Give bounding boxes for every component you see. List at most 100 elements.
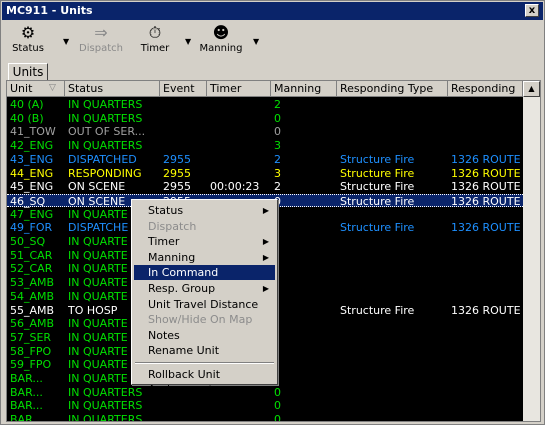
cell-unit: BAR... — [10, 372, 43, 385]
cell-responding: 1326 ROUTE — [451, 180, 521, 194]
submenu-arrow-icon: ▶ — [262, 206, 269, 215]
cell-unit: 43_ENG — [10, 152, 54, 166]
cell-unit: 46_SQ — [10, 194, 46, 208]
cell-responding-type: Structure Fire — [340, 221, 415, 235]
cell-unit: 40 (B) — [10, 111, 44, 125]
timer-dropdown-arrow-icon[interactable]: ▼ — [185, 37, 191, 46]
menu-item-status[interactable]: Status ▶ — [134, 203, 275, 218]
menu-item-label: Resp. Group — [148, 282, 216, 295]
cell-status: OUT OF SER... — [68, 125, 146, 139]
cell-unit: 49_FOR — [10, 221, 53, 235]
column-header-timer[interactable]: Timer — [207, 81, 271, 97]
cell-unit: 58_FPO — [10, 344, 52, 358]
table-row[interactable]: BAR... IN QUARTERS 0 — [7, 386, 523, 399]
cell-unit: BAR... — [10, 413, 43, 422]
column-header-unit-label: Unit — [10, 82, 33, 95]
tab-units[interactable]: Units — [8, 63, 48, 81]
vertical-scrollbar[interactable]: ▲ — [523, 81, 540, 421]
table-row[interactable]: 41_TOW OUT OF SER... 0 — [7, 125, 523, 138]
toolbar: ⚙ Status ▼ ⇒ Dispatch ⏱ Timer ▼ ☻ Mannin… — [3, 21, 542, 59]
cell-unit: 47_ENG — [10, 207, 54, 221]
cell-manning: 0 — [274, 111, 281, 125]
timer-toolbar-label: Timer — [140, 43, 170, 54]
cell-manning: 3 — [274, 166, 281, 180]
column-header-unit[interactable]: Unit ▽ — [7, 81, 65, 97]
table-row[interactable]: BAR... IN QUARTERS 0 — [7, 413, 523, 422]
cell-status: RESPONDING — [68, 166, 142, 180]
cell-responding: 1326 ROUTE — [451, 303, 521, 317]
menu-item-manning[interactable]: Manning ▶ — [134, 250, 275, 265]
column-header-responding-type[interactable]: Responding Type — [337, 81, 448, 97]
cell-responding: 1326 ROUTE — [451, 194, 521, 208]
menu-item-label: Rename Unit — [148, 344, 220, 358]
manning-icon: ☻ — [212, 23, 230, 42]
table-row[interactable]: 42_ENG IN QUARTERS 3 — [7, 139, 523, 152]
cell-status: IN QUARTERS — [68, 139, 143, 153]
sort-icon: ▽ — [49, 83, 56, 93]
manning-toolbar-label: Manning — [199, 43, 243, 54]
cell-unit: 42_ENG — [10, 139, 54, 153]
units-window: MC911 - Units x ⚙ Status ▼ ⇒ Dispatch ⏱ … — [0, 0, 545, 425]
menu-item-in-command[interactable]: In Command — [134, 265, 275, 281]
cell-unit: 57_SER — [10, 330, 52, 344]
column-header-responding[interactable]: Responding — [448, 81, 523, 97]
table-row[interactable]: 45_ENG ON SCENE 2955 00:00:23 2 Structure Fir… — [7, 180, 523, 193]
dispatch-toolbar-button[interactable]: ⇒ Dispatch — [75, 23, 127, 57]
cell-responding-type: Structure Fire — [340, 166, 415, 180]
menu-item-label: Show/Hide On Map — [148, 313, 253, 327]
title-bar[interactable]: MC911 - Units x — [2, 2, 543, 20]
close-button[interactable]: x — [525, 4, 539, 17]
status-toolbar-button[interactable]: ⚙ Status — [7, 23, 49, 57]
menu-item-label: In Command — [148, 266, 219, 280]
cell-responding-type: Structure Fire — [340, 194, 415, 208]
menu-item-dispatch[interactable]: Dispatch — [134, 219, 275, 234]
cell-responding-type: Structure Fire — [340, 180, 415, 194]
menu-item-timer[interactable]: Timer ▶ — [134, 234, 275, 249]
menu-item-resp-group[interactable]: Resp. Group ▶ — [134, 281, 275, 296]
table-row[interactable]: 44_ENG RESPONDING 2955 3 Structure Fire 1326 … — [7, 167, 523, 180]
cell-responding: 1326 ROUTE — [451, 166, 521, 180]
cell-status: IN QUARTERS — [68, 98, 143, 111]
cell-manning: 2 — [274, 152, 281, 166]
menu-item-label: Manning — [148, 250, 196, 264]
cell-unit: 51_CAR — [10, 248, 53, 262]
window-title: MC911 - Units — [6, 4, 93, 17]
cell-manning: 0 — [274, 195, 336, 208]
menu-item-label: Dispatch — [148, 219, 197, 233]
menu-item-unit-travel-distance[interactable]: Unit Travel Distance — [134, 297, 275, 312]
scroll-up-arrow-icon[interactable]: ▲ — [523, 81, 540, 97]
table-row[interactable]: BAR... IN QUARTERS 0 — [7, 399, 523, 412]
cell-event: 2955 — [163, 166, 191, 180]
table-row[interactable]: 40 (A) IN QUARTERS 2 — [7, 98, 523, 111]
menu-item-show-hide-on-map[interactable]: Show/Hide On Map — [134, 312, 275, 327]
cell-unit: 56_AMB — [10, 317, 55, 331]
cell-responding: 1326 ROUTE — [451, 152, 521, 166]
timer-toolbar-button[interactable]: ⏱ Timer — [137, 23, 173, 57]
cell-unit: 59_FPO — [10, 358, 52, 372]
cell-manning: 2 — [274, 98, 281, 111]
menu-item-label: Status — [148, 204, 184, 217]
cell-manning: 2 — [274, 180, 281, 194]
submenu-arrow-icon: ▶ — [262, 252, 269, 262]
menu-item-label: Notes — [148, 328, 180, 342]
submenu-arrow-icon: ▶ — [262, 284, 269, 293]
status-icon: ⚙ — [20, 23, 36, 42]
manning-dropdown-arrow-icon[interactable]: ▼ — [253, 37, 259, 46]
cell-manning: 0 — [274, 399, 281, 413]
cell-responding-type: Structure Fire — [340, 303, 415, 317]
column-header-event[interactable]: Event — [160, 81, 207, 97]
manning-toolbar-button[interactable]: ☻ Manning — [197, 23, 245, 57]
column-header-status[interactable]: Status — [65, 81, 160, 97]
table-row[interactable]: 40 (B) IN QUARTERS 0 — [7, 112, 523, 125]
cell-manning: 3 — [274, 139, 281, 153]
column-header-manning[interactable]: Manning — [271, 81, 337, 97]
menu-item-rollback-unit-assignment[interactable]: Rollback Unit Assignment — [134, 367, 275, 396]
submenu-arrow-icon: ▶ — [262, 237, 269, 247]
menu-item-rename-unit[interactable]: Rename Unit — [134, 343, 275, 358]
status-dropdown-arrow-icon[interactable]: ▼ — [63, 37, 69, 46]
stopwatch-icon: ⏱ — [148, 23, 162, 42]
table-row[interactable]: 43_ENG DISPATCHED 2955 2 Structure Fire 1326 … — [7, 153, 523, 166]
menu-item-label: Unit Travel Distance — [148, 297, 259, 311]
cell-unit: 54_AMB — [10, 289, 55, 303]
menu-item-notes[interactable]: Notes — [134, 328, 275, 343]
